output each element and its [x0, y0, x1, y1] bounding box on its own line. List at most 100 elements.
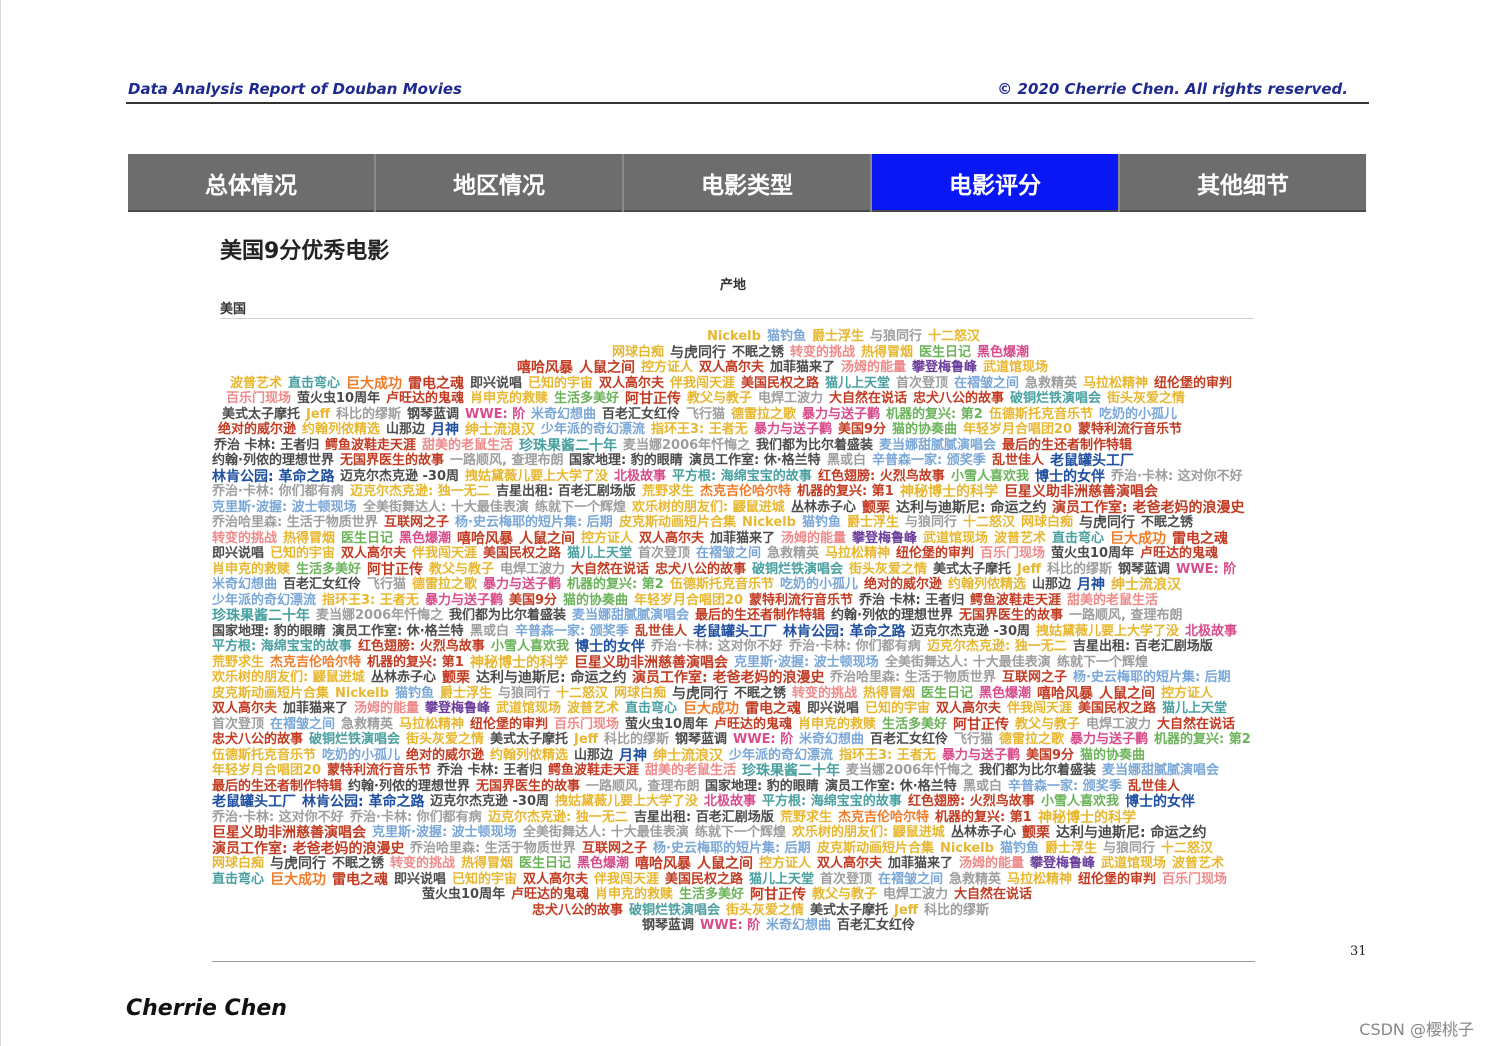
cloud-word: 与狼同行 — [905, 515, 958, 530]
cloud-word: 阿甘正传 — [625, 391, 681, 407]
cloud-word: 爵士浮生 — [847, 515, 900, 530]
cloud-word: 年轻岁月合唱团20 — [963, 422, 1073, 437]
cloud-word: 双人高尔夫 — [341, 546, 407, 561]
cloud-word: 百老汇女红伶 — [283, 577, 362, 592]
cloud-word: 波普艺术 — [1172, 856, 1225, 871]
cloud-word: 肖申克的救赎 — [595, 887, 674, 902]
cloud-word: 热得冒烟 — [861, 344, 914, 360]
cloud-word: 少年派的奇幻漂流 — [541, 422, 646, 437]
cloud-word: Nickelb — [335, 685, 389, 701]
cloud-word: 首次登顶 — [896, 375, 949, 391]
cloud-word: 迈克尔杰克逊: 独一无二 — [488, 809, 628, 825]
cloud-word: 颤栗 — [862, 499, 890, 516]
cloud-word: 在褶皱之间 — [696, 546, 762, 561]
cloud-word: 机器的复兴: 第1 — [797, 484, 894, 499]
cloud-word: 双人高尔夫 — [523, 871, 589, 887]
cloud-word: Jeff — [894, 902, 919, 918]
cloud-word: 最后的生还者制作特辑 — [695, 608, 826, 623]
cloud-word: 医生日记 — [921, 685, 974, 701]
cloud-word: 攀登梅鲁峰 — [912, 360, 978, 375]
cloud-word: 猫儿上天堂 — [567, 546, 633, 561]
cloud-word: 黑色爆潮 — [979, 685, 1032, 701]
cloud-word: Nickelb — [940, 840, 994, 856]
cloud-word: 平方根: 海绵宝宝的故事 — [672, 468, 812, 484]
cloud-word: 演员工作室: 老爸老妈的浪漫史 — [212, 840, 405, 857]
cloud-word: 直击弯心 — [625, 701, 678, 716]
cloud-word: 巨大成功 — [1110, 530, 1166, 547]
cloud-word: 颤栗 — [442, 670, 470, 686]
cloud-word: 暴力与送子鹳 — [754, 422, 833, 437]
cloud-word: 肖申克的救赎 — [798, 716, 877, 732]
cloud-word: 杨·史云梅耶的短片集: 后期 — [653, 840, 811, 856]
cloud-word: 忠犬八公的故事 — [913, 391, 1005, 406]
cloud-word: 十二怒汉 — [556, 685, 609, 701]
cloud-word: 克里斯·波握: 波士顿现场 — [212, 499, 357, 515]
cloud-word: 米奇幻想曲 — [799, 732, 865, 747]
cloud-word: 皮克斯动画短片合集 — [212, 685, 330, 701]
cloud-word: 麦当娜甜腻腻演唱会 — [879, 437, 997, 453]
cloud-word: 美国民权之路 — [665, 871, 744, 887]
cloud-word: 即兴说唱 — [470, 375, 523, 391]
cloud-word: Jeff — [574, 732, 599, 747]
cloud-word: 阿甘正传 — [750, 887, 806, 903]
cloud-word: 大自然在说话 — [954, 887, 1033, 902]
cloud-word: 卢旺达的鬼魂 — [714, 716, 793, 732]
cloud-word: 一路顺风, 查理布朗 — [450, 453, 564, 468]
cloud-word: 大自然在说话 — [571, 561, 650, 577]
tab-genre[interactable]: 电影类型 — [624, 154, 872, 212]
cloud-word: 演员工作室: 休·格兰特 — [332, 623, 464, 639]
cloud-word: 米奇幻想曲 — [212, 577, 278, 592]
cloud-word: 我们都为比尔着盛装 — [449, 608, 567, 623]
cloud-word: 月神 — [431, 422, 459, 438]
cloud-word: 乔治·卡林: 这对你不好 — [1111, 468, 1243, 484]
cloud-word: WWE: 阶 — [700, 918, 761, 933]
tab-overview[interactable]: 总体情况 — [128, 154, 376, 212]
cloud-word: 钢琴蓝调 — [1118, 561, 1171, 577]
cloud-word: Jeff — [306, 406, 331, 422]
cloud-word: 山那边 — [386, 422, 426, 437]
cloud-word: 黑或白 — [470, 623, 510, 639]
cloud-word: 猫钓鱼 — [802, 515, 842, 530]
tab-rating[interactable]: 电影评分 — [872, 154, 1120, 212]
cloud-word: 不眠之锈 — [734, 685, 787, 701]
cloud-word: 科比的缪斯 — [336, 406, 402, 422]
cloud-word: 雷电之魂 — [408, 375, 464, 392]
cloud-word: 在褶皱之间 — [954, 375, 1020, 391]
cloud-word: 加菲猫来了 — [710, 530, 776, 546]
cloud-word: 伍德斯托克音乐节 — [670, 577, 775, 592]
cloud-word: 伴我闯天涯 — [670, 375, 736, 391]
cloud-word: 控方证人 — [759, 856, 812, 871]
cloud-word: 丛林赤子心 — [371, 670, 437, 685]
cloud-word: 绝对的威尔逊 — [864, 577, 943, 592]
cloud-word: 老鼠罐头工厂 — [212, 794, 296, 810]
cloud-word: 暴力与送子鹳 — [483, 577, 562, 592]
cloud-word: 破铜烂铁演唱会 — [1010, 391, 1102, 406]
author-name: Cherrie Chen — [126, 996, 287, 1021]
cloud-word: 教父与教子 — [687, 391, 753, 406]
cloud-word: 肖申克的救赎 — [212, 561, 291, 577]
cloud-word: 最后的生还者制作特辑 — [212, 778, 343, 794]
cloud-word: 指环王3: 王者无 — [839, 747, 936, 763]
cloud-word: 鳄鱼波鞋走天涯 — [325, 437, 417, 453]
cloud-word: 荒野求生 — [212, 654, 265, 670]
cloud-word: 乔治·卡林: 这对你不好 — [651, 639, 783, 654]
cloud-word: 嘻哈风暴 — [517, 360, 573, 376]
cloud-word: 美国民权之路 — [483, 546, 562, 561]
header-divider — [126, 102, 1369, 104]
cloud-word: 神秘博士的科学 — [470, 654, 568, 671]
tab-bar: 总体情况 地区情况 电影类型 电影评分 其他细节 — [128, 154, 1366, 212]
cloud-word: 杰克吉伦哈尔特 — [270, 654, 362, 670]
cloud-word: 老鼠罐头工厂 — [693, 623, 777, 640]
cloud-word: 北极故事 — [614, 468, 667, 484]
cloud-word: 科比的缪斯 — [1047, 561, 1113, 577]
cloud-word: 林肯公园: 革命之路 — [212, 468, 335, 485]
cloud-word: 百老汇女红伶 — [602, 406, 681, 422]
cloud-word: 德雷拉之歌 — [731, 406, 797, 422]
cloud-word: 钢琴蓝调 — [407, 406, 460, 422]
cloud-word: 乔治·卡林: 你们都有病 — [789, 639, 921, 654]
cloud-word: 乔治哈里森: 生活于物质世界 — [830, 670, 996, 685]
cloud-word: 迈克尔杰克逊: 独一无二 — [927, 639, 1067, 654]
tab-details[interactable]: 其他细节 — [1120, 154, 1366, 212]
cloud-word: 红色翅膀: 火烈鸟故事 — [908, 794, 1035, 809]
tab-region[interactable]: 地区情况 — [376, 154, 624, 212]
